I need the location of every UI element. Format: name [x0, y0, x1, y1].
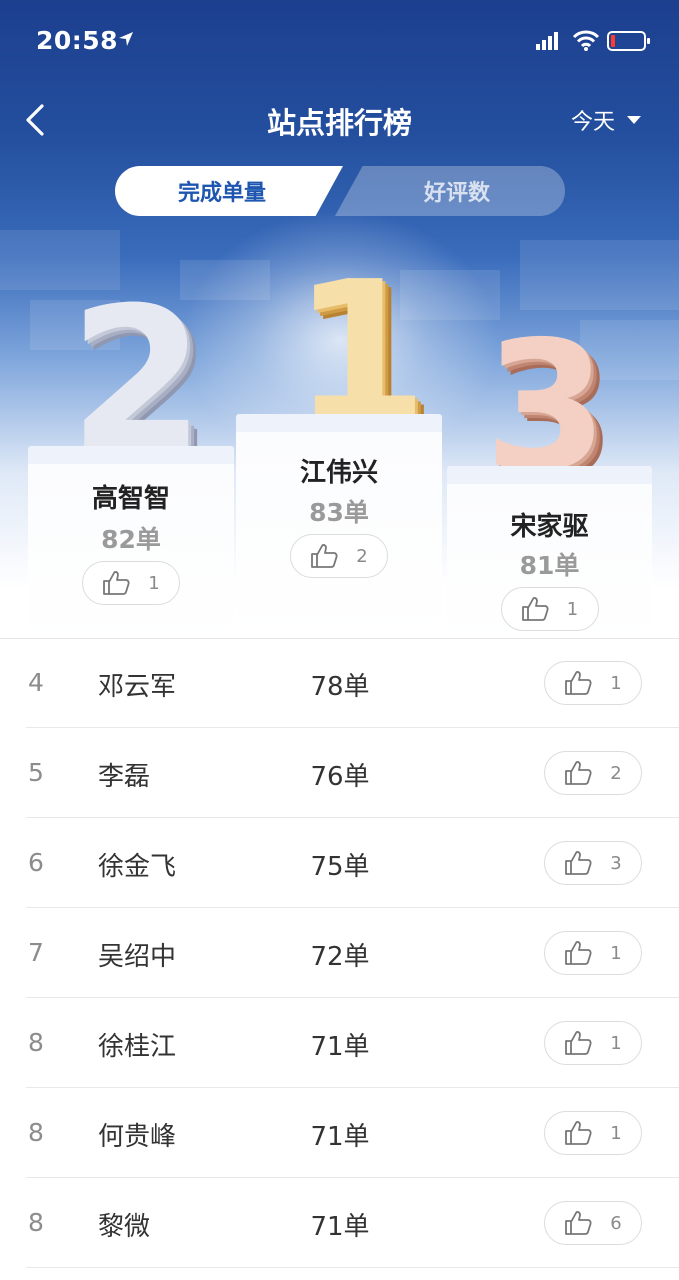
- list-item: 8 何贵峰 71单 1: [0, 1088, 679, 1178]
- podium-top: [236, 414, 442, 434]
- order-count: 78单: [310, 672, 370, 702]
- courier-name: 吴绍中: [98, 942, 177, 972]
- courier-name: 何贵峰: [98, 1122, 177, 1152]
- thumbs-up-icon: [565, 851, 592, 875]
- status-time: 20:58: [36, 26, 119, 55]
- like-count: 1: [566, 598, 579, 620]
- podium-count: 81单: [519, 551, 580, 580]
- podium-second-place: 高智智 82单 1: [28, 446, 234, 646]
- order-count: 75单: [310, 852, 370, 882]
- thumbs-up-icon: [103, 571, 130, 595]
- rank-number: 8: [28, 1028, 44, 1057]
- podium-name: 江伟兴: [299, 458, 378, 488]
- rank-number: 6: [28, 848, 44, 877]
- bg-panel: [520, 240, 679, 310]
- date-filter-dropdown[interactable]: 今天: [571, 104, 642, 136]
- thumbs-up-icon: [565, 1211, 592, 1235]
- podium-top: [28, 446, 234, 466]
- list-item: 8 徐桂江 71单 1: [0, 998, 679, 1088]
- thumbs-up-icon: [565, 671, 592, 695]
- like-button[interactable]: 2: [290, 534, 388, 578]
- order-count: 71单: [310, 1032, 370, 1062]
- podium-name: 高智智: [91, 484, 170, 514]
- rank-number: 7: [28, 938, 44, 967]
- list-item: 5 李磊 76单 2: [0, 728, 679, 818]
- status-bar: 20:58: [0, 0, 679, 80]
- thumbs-up-icon: [521, 597, 549, 621]
- like-count: 1: [148, 572, 160, 594]
- like-count: 1: [610, 942, 622, 964]
- like-button[interactable]: 1: [544, 1111, 642, 1155]
- like-button[interactable]: 6: [544, 1201, 642, 1245]
- thumbs-up-icon: [565, 1121, 592, 1145]
- like-button[interactable]: 1: [82, 561, 180, 605]
- like-button[interactable]: 2: [544, 751, 642, 795]
- tab-completed-orders[interactable]: 完成单量: [115, 166, 343, 216]
- ranking-tabs: 完成单量 好评数: [115, 166, 565, 216]
- tab-positive-reviews[interactable]: 好评数: [335, 166, 565, 216]
- courier-name: 徐桂江: [98, 1032, 177, 1062]
- divider: [26, 1267, 679, 1268]
- rank-number: 8: [28, 1208, 44, 1237]
- thumbs-up-icon: [565, 1031, 592, 1055]
- podium-top: [447, 466, 652, 486]
- order-count: 76单: [310, 762, 370, 792]
- thumbs-up-icon: [565, 761, 592, 785]
- courier-name: 黎微: [98, 1212, 151, 1242]
- like-count: 1: [610, 672, 622, 694]
- courier-name: 李磊: [98, 762, 151, 792]
- order-count: 71单: [310, 1212, 370, 1242]
- courier-name: 邓云军: [98, 672, 177, 702]
- like-count: 3: [610, 852, 622, 874]
- like-button[interactable]: 1: [500, 587, 599, 631]
- like-button[interactable]: 1: [544, 661, 642, 705]
- thumbs-up-icon: [565, 941, 592, 965]
- thumbs-up-icon: [311, 544, 338, 568]
- podium-name: 宋家驱: [510, 512, 589, 542]
- rank-number: 8: [28, 1118, 44, 1147]
- nav-bar: 站点排行榜 今天: [0, 90, 679, 150]
- rank-number: 5: [28, 758, 44, 787]
- list-item: 4 邓云军 78单 1: [0, 638, 679, 728]
- podium-count: 82单: [101, 525, 161, 554]
- courier-name: 徐金飞: [98, 852, 177, 882]
- list-item: 8 黎微 71单 6: [0, 1178, 679, 1268]
- rank-number: 4: [28, 668, 44, 697]
- podium-third-place: 宋家驱 81单 1: [447, 466, 652, 646]
- like-button[interactable]: 1: [544, 931, 642, 975]
- cellular-signal-icon: [536, 32, 558, 50]
- like-count: 2: [356, 545, 368, 567]
- like-button[interactable]: 1: [544, 1021, 642, 1065]
- list-item: 6 徐金飞 75单 3: [0, 818, 679, 908]
- order-count: 71单: [310, 1122, 370, 1152]
- list-item: 7 吴绍中 72单 1: [0, 908, 679, 998]
- like-count: 6: [610, 1212, 622, 1234]
- like-count: 1: [610, 1122, 622, 1144]
- caret-down-icon: [627, 116, 642, 124]
- like-button[interactable]: 3: [544, 841, 642, 885]
- location-arrow-icon: [119, 32, 133, 46]
- podium-first-place: 江伟兴 83单 2: [236, 414, 442, 644]
- order-count: 72单: [310, 942, 370, 972]
- podium-count: 83单: [309, 498, 369, 527]
- like-count: 1: [610, 1032, 622, 1054]
- date-filter-label: 今天: [571, 110, 616, 135]
- wifi-icon: [572, 30, 600, 51]
- like-count: 2: [610, 762, 622, 784]
- battery-icon: [607, 31, 650, 51]
